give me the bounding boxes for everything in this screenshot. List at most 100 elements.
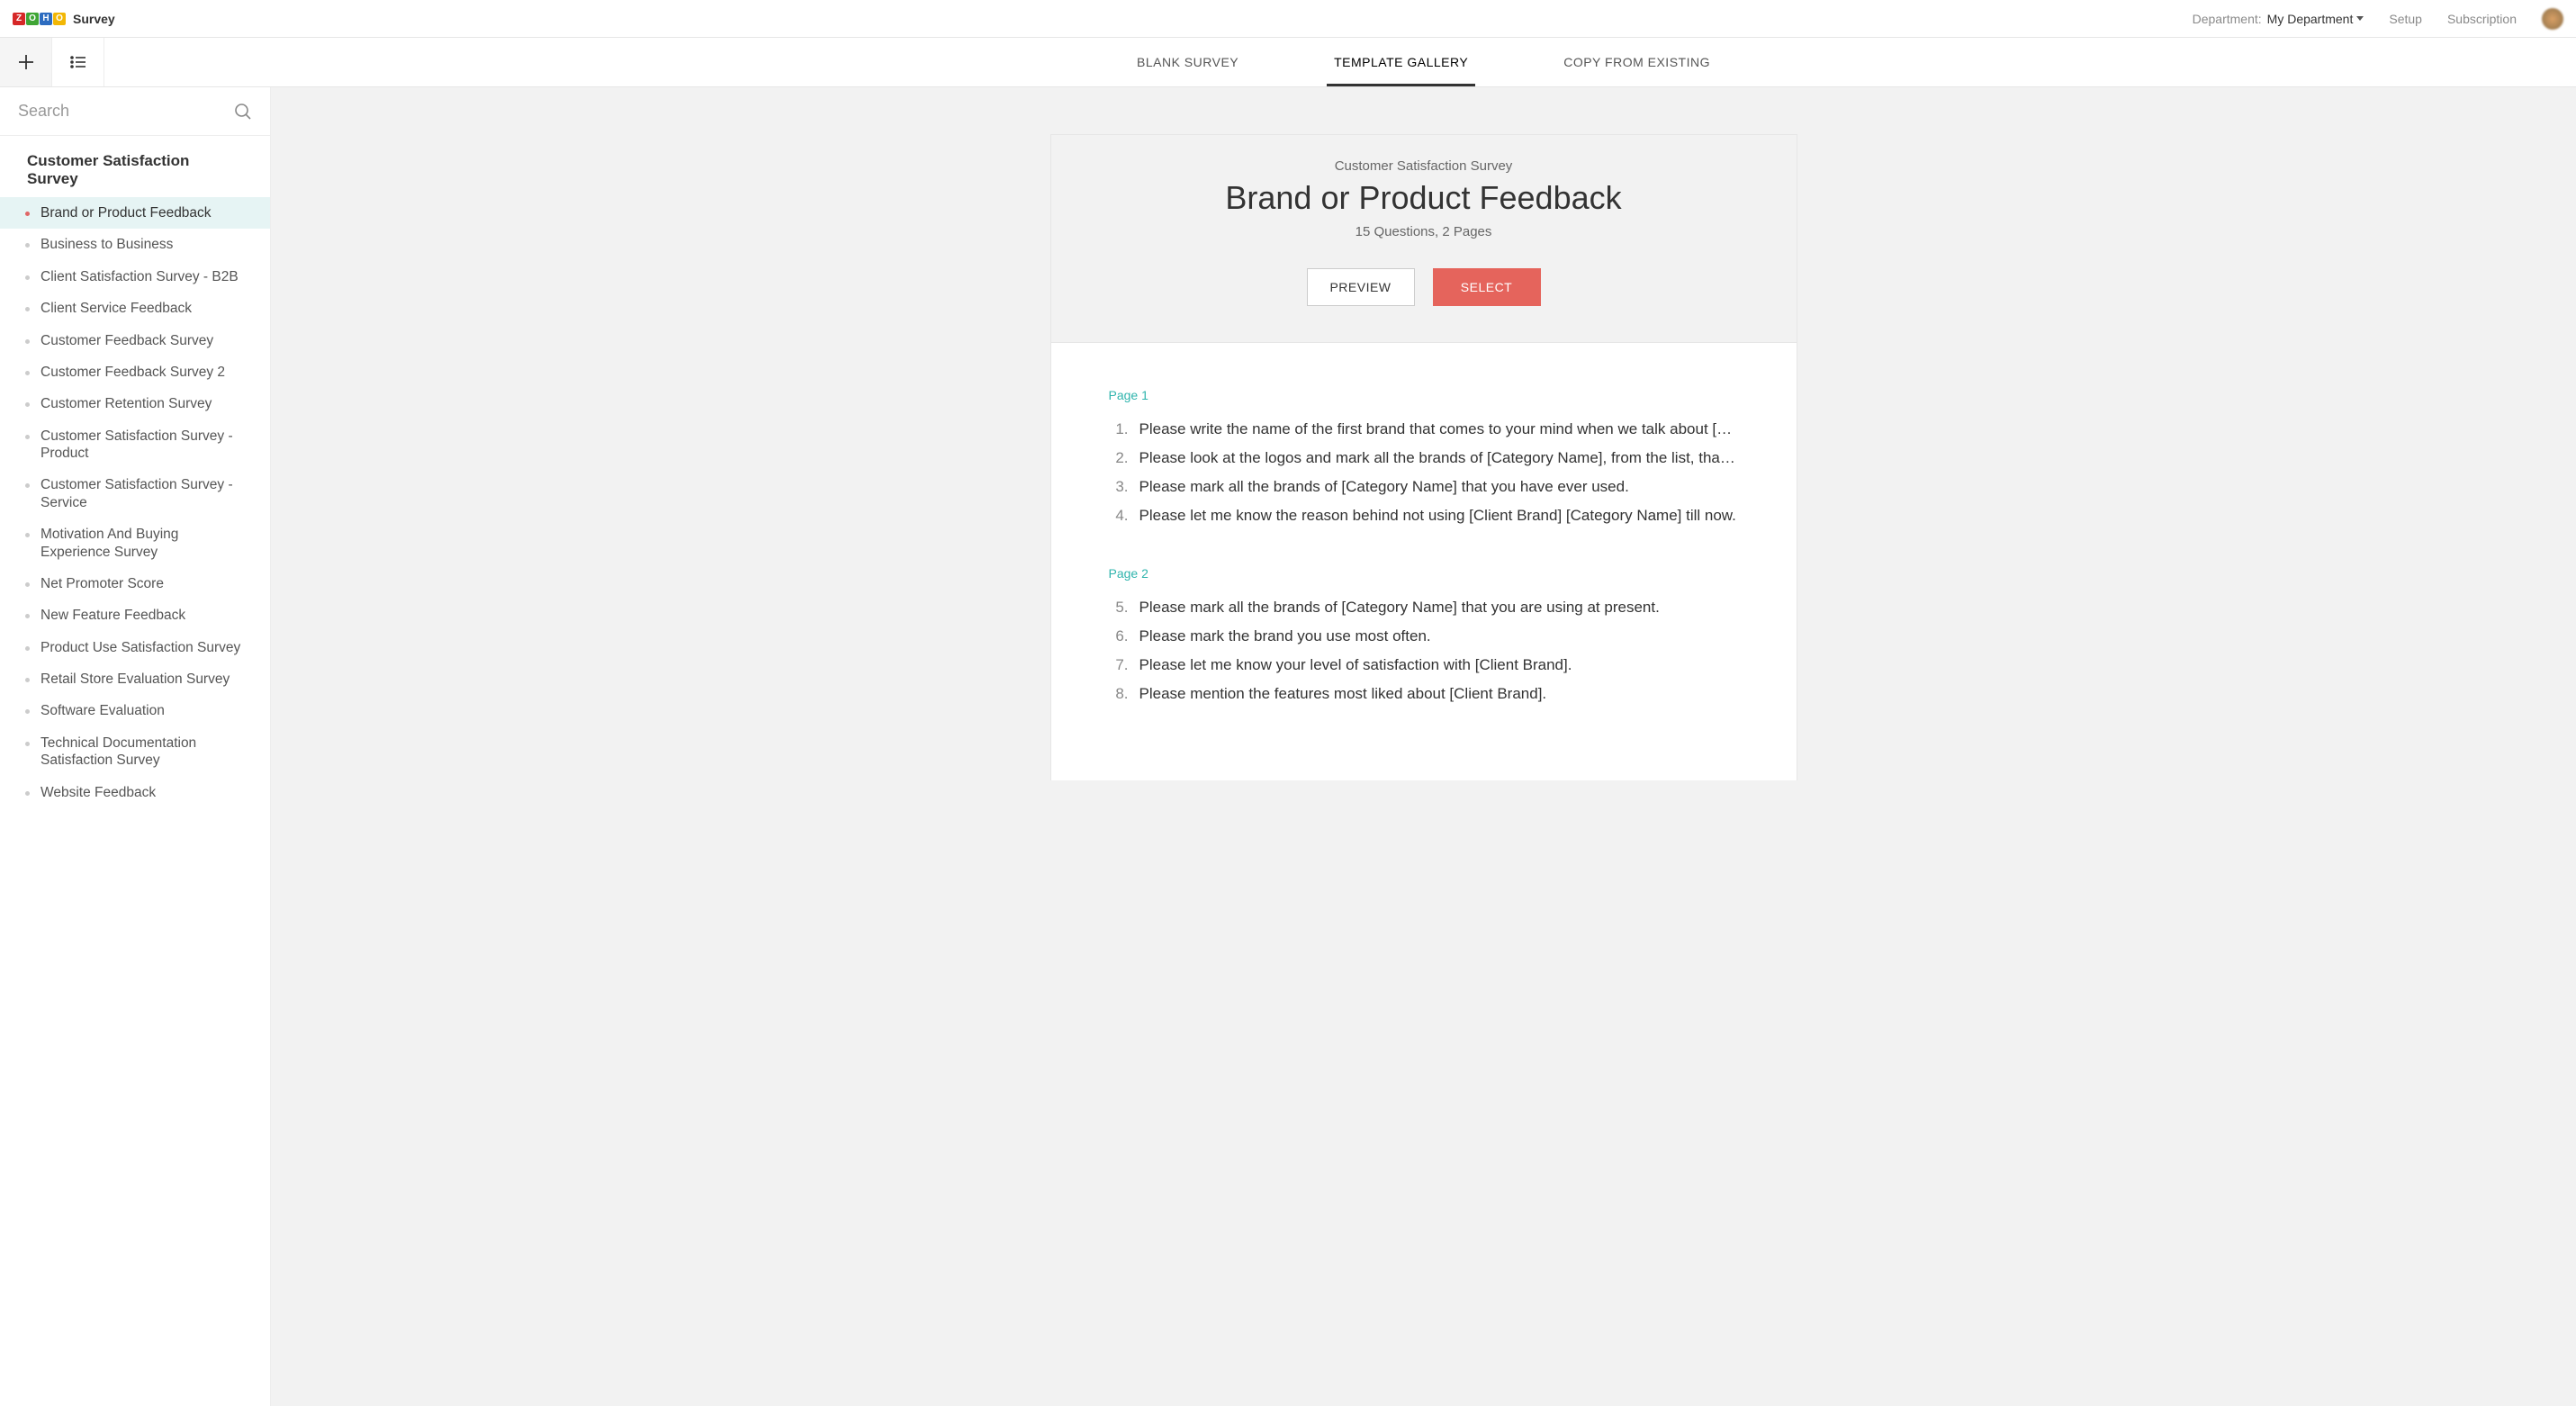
search-icon: [234, 103, 252, 121]
template-list-item-label: Software Evaluation: [41, 702, 165, 719]
brand-name: Survey: [73, 12, 115, 26]
template-list-item[interactable]: Technical Documentation Satisfaction Sur…: [0, 727, 270, 777]
list-icon: [70, 56, 86, 68]
category-title: Customer Satisfaction Survey: [0, 136, 270, 197]
bullet-icon: [25, 614, 30, 618]
template-list-item-label: Client Satisfaction Survey - B2B: [41, 268, 239, 285]
template-list-item-label: New Feature Feedback: [41, 607, 185, 624]
question-number: 6.: [1109, 627, 1129, 645]
question-number: 3.: [1109, 478, 1129, 496]
avatar[interactable]: [2542, 8, 2563, 30]
question-text: Please look at the logos and mark all th…: [1139, 449, 1739, 467]
template-list-item[interactable]: New Feature Feedback: [0, 599, 270, 631]
card-title: Brand or Product Feedback: [1225, 179, 1621, 217]
bullet-icon: [25, 212, 30, 216]
page-label: Page 2: [1109, 566, 1739, 581]
template-list[interactable]: Brand or Product Feedback Business to Bus…: [0, 197, 270, 1406]
template-list-item[interactable]: Client Service Feedback: [0, 293, 270, 324]
brand-logo-area[interactable]: ZOHO Survey: [13, 12, 115, 26]
template-list-item[interactable]: Retail Store Evaluation Survey: [0, 663, 270, 695]
question-number: 8.: [1109, 685, 1129, 703]
plus-icon: [18, 54, 34, 70]
question-text: Please mention the features most liked a…: [1139, 685, 1739, 703]
page-label: Page 1: [1109, 388, 1739, 402]
tab-template-gallery[interactable]: TEMPLATE GALLERY: [1327, 38, 1475, 86]
question-text: Please let me know the reason behind not…: [1139, 507, 1739, 525]
question-item: 1.Please write the name of the first bra…: [1109, 415, 1739, 444]
chevron-down-icon: [2356, 16, 2364, 21]
template-list-item-label: Customer Feedback Survey 2: [41, 364, 225, 381]
card-header: Customer Satisfaction Survey Brand or Pr…: [1050, 134, 1797, 343]
new-survey-button[interactable]: [0, 38, 52, 86]
header-right: Department: My Department Setup Subscrip…: [2193, 8, 2563, 30]
bullet-icon: [25, 371, 30, 375]
template-list-item-label: Customer Satisfaction Survey - Service: [41, 476, 252, 511]
template-list-item[interactable]: Customer Feedback Survey 2: [0, 356, 270, 388]
question-list: 1.Please write the name of the first bra…: [1109, 415, 1739, 530]
card-meta: 15 Questions, 2 Pages: [1356, 224, 1492, 239]
template-list-item-label: Customer Retention Survey: [41, 395, 212, 412]
template-list-item[interactable]: Customer Satisfaction Survey - Service: [0, 469, 270, 518]
bullet-icon: [25, 582, 30, 587]
question-text: Please let me know your level of satisfa…: [1139, 656, 1739, 674]
creation-tabs: BLANK SURVEY TEMPLATE GALLERY COPY FROM …: [271, 38, 2576, 86]
subscription-link[interactable]: Subscription: [2447, 12, 2517, 26]
template-list-item[interactable]: Customer Satisfaction Survey - Product: [0, 420, 270, 470]
bullet-icon: [25, 533, 30, 537]
template-list-item[interactable]: Client Satisfaction Survey - B2B: [0, 261, 270, 293]
card-body: Page 1 1.Please write the name of the fir…: [1050, 343, 1797, 780]
template-list-item[interactable]: Motivation And Buying Experience Survey: [0, 518, 270, 568]
department-label: Department:: [2193, 12, 2262, 26]
template-list-item[interactable]: Customer Feedback Survey: [0, 325, 270, 356]
search-row: [0, 87, 270, 136]
template-list-item[interactable]: Software Evaluation: [0, 695, 270, 726]
question-number: 5.: [1109, 599, 1129, 617]
template-list-item-label: Client Service Feedback: [41, 300, 192, 317]
question-text: Please mark all the brands of [Category …: [1139, 599, 1739, 617]
search-input[interactable]: [18, 102, 205, 121]
bullet-icon: [25, 483, 30, 488]
preview-button[interactable]: PREVIEW: [1307, 268, 1415, 306]
template-list-item[interactable]: Product Use Satisfaction Survey: [0, 632, 270, 663]
question-item: 4. Please let me know the reason behind n…: [1109, 501, 1739, 530]
bullet-icon: [25, 402, 30, 407]
template-list-item[interactable]: Net Promoter Score: [0, 568, 270, 599]
template-list-item[interactable]: Website Feedback: [0, 777, 270, 808]
bullet-icon: [25, 678, 30, 682]
department-value[interactable]: My Department: [2267, 12, 2364, 26]
bullet-icon: [25, 275, 30, 280]
bullet-icon: [25, 742, 30, 746]
template-list-item-label: Website Feedback: [41, 784, 156, 801]
zoho-logo: ZOHO: [13, 13, 66, 25]
question-item: 3.Please mark all the brands of [Categor…: [1109, 473, 1739, 501]
question-item: 7. Please let me know your level of satis…: [1109, 651, 1739, 680]
template-list-item[interactable]: Customer Retention Survey: [0, 388, 270, 419]
view-toggle-bar: [0, 38, 271, 86]
template-list-item-label: Product Use Satisfaction Survey: [41, 639, 240, 656]
template-list-item-label: Business to Business: [41, 236, 173, 253]
template-list-item-label: Customer Satisfaction Survey - Product: [41, 428, 252, 463]
template-card: Customer Satisfaction Survey Brand or Pr…: [1050, 134, 1797, 1406]
toolbar-row: BLANK SURVEY TEMPLATE GALLERY COPY FROM …: [0, 38, 2576, 87]
list-view-button[interactable]: [52, 38, 104, 86]
question-item: 6.Please mark the brand you use most oft…: [1109, 622, 1739, 651]
question-text: Please write the name of the first brand…: [1139, 420, 1739, 438]
template-list-item-label: Motivation And Buying Experience Survey: [41, 526, 252, 561]
bullet-icon: [25, 709, 30, 714]
setup-link[interactable]: Setup: [2389, 12, 2422, 26]
question-number: 4.: [1109, 507, 1129, 525]
question-number: 7.: [1109, 656, 1129, 674]
template-list-item[interactable]: Business to Business: [0, 229, 270, 260]
template-list-item-label: Retail Store Evaluation Survey: [41, 671, 230, 688]
tab-blank-survey[interactable]: BLANK SURVEY: [1130, 38, 1246, 86]
select-button[interactable]: SELECT: [1433, 268, 1541, 306]
preview-pane[interactable]: Customer Satisfaction Survey Brand or Pr…: [271, 87, 2576, 1406]
bullet-icon: [25, 307, 30, 311]
sidebar: Customer Satisfaction Survey Brand or Pr…: [0, 87, 271, 1406]
question-list: 5. Please mark all the brands of [Categor…: [1109, 593, 1739, 708]
bullet-icon: [25, 339, 30, 344]
template-list-item[interactable]: Brand or Product Feedback: [0, 197, 270, 229]
template-list-item-label: Net Promoter Score: [41, 575, 164, 592]
tab-copy-existing[interactable]: COPY FROM EXISTING: [1556, 38, 1717, 86]
template-list-item-label: Customer Feedback Survey: [41, 332, 213, 349]
